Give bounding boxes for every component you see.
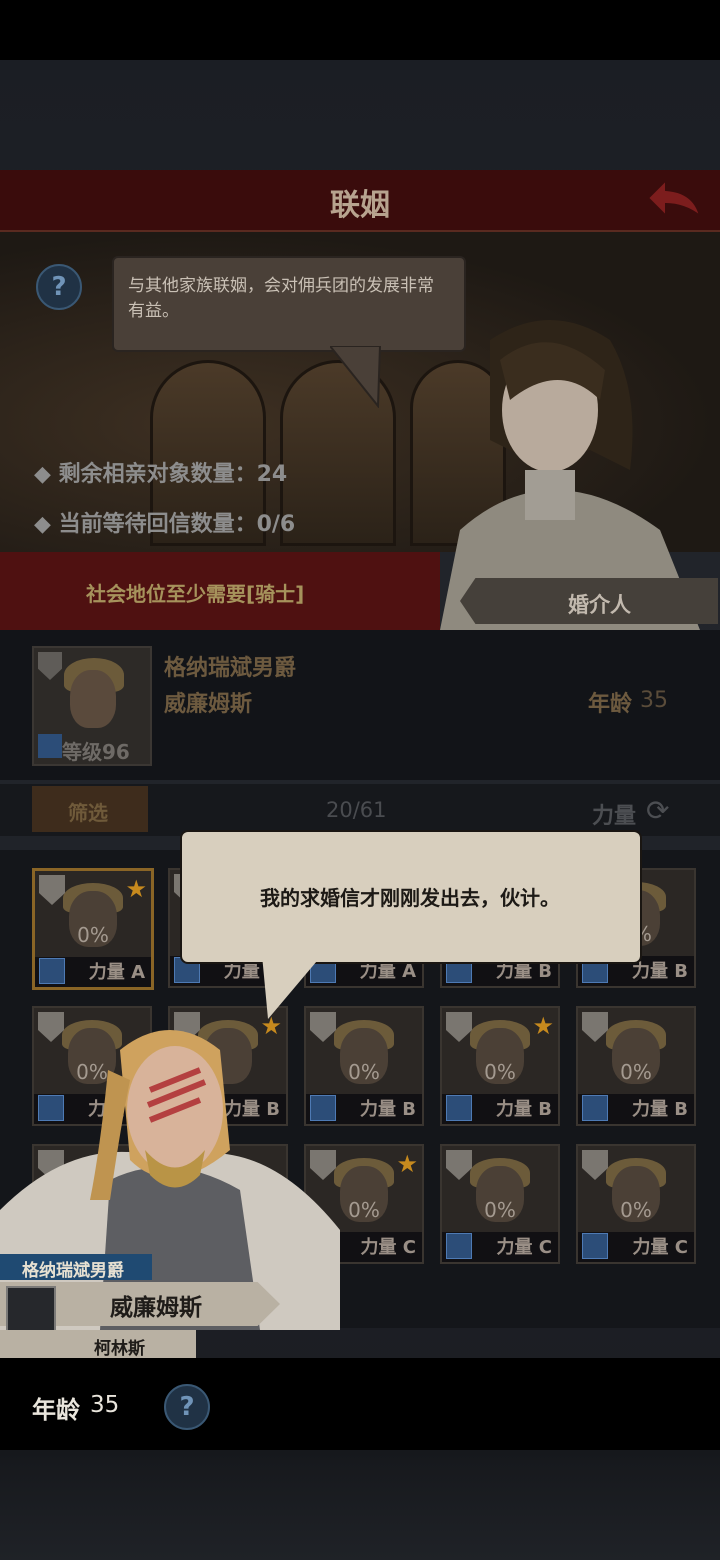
speaker-title: 格纳瑞斌男爵 bbox=[22, 1261, 124, 1281]
candidate-stat: 力量 B bbox=[632, 961, 688, 982]
sword-icon bbox=[446, 1233, 472, 1259]
filter-label: 筛选 bbox=[68, 801, 108, 825]
candidate-stat: 力量 B bbox=[632, 1099, 688, 1120]
sword-icon bbox=[39, 958, 65, 984]
matchmaker-label: 婚介人 bbox=[568, 593, 631, 617]
character-age: 35 bbox=[640, 688, 668, 713]
shield-icon bbox=[582, 1012, 608, 1042]
candidate-stat: 力量 C bbox=[496, 1237, 552, 1258]
shield-icon bbox=[446, 1012, 472, 1042]
shield-icon bbox=[582, 1150, 608, 1180]
candidate-count: 20/61 bbox=[326, 798, 387, 822]
candidate-percent: 0% bbox=[620, 1060, 652, 1084]
character-age-label: 年龄 bbox=[588, 692, 633, 717]
sword-icon bbox=[582, 1095, 608, 1121]
character-level: 等级96 bbox=[62, 740, 130, 764]
status-area bbox=[0, 0, 720, 60]
back-arrow-icon[interactable] bbox=[644, 176, 704, 220]
help-icon[interactable]: ? bbox=[164, 1384, 210, 1430]
character-name: 威廉姆斯 bbox=[164, 692, 253, 717]
star-icon: ★ bbox=[125, 875, 147, 903]
star-icon: ★ bbox=[396, 1150, 418, 1178]
age-label: 年龄 bbox=[32, 1396, 80, 1424]
candidate-percent: 0% bbox=[620, 1198, 652, 1222]
candidate-stat: 力量 C bbox=[360, 1237, 416, 1258]
candidate-stat: 力量 B bbox=[360, 1099, 416, 1120]
requirement-text: 社会地位至少需要[骑士] bbox=[86, 582, 305, 606]
candidate-percent: 0% bbox=[484, 1198, 516, 1222]
candidate-percent: 0% bbox=[77, 923, 109, 947]
shield-icon bbox=[38, 652, 62, 680]
sword-icon bbox=[446, 1095, 472, 1121]
candidate-stat: 力量 A bbox=[88, 962, 145, 983]
pending-replies: ◆ 当前等待回信数量：0/6 bbox=[34, 512, 296, 537]
candidate-percent: 0% bbox=[484, 1060, 516, 1084]
speaker-subtitle: 柯林斯 bbox=[94, 1339, 145, 1359]
speaker-name: 威廉姆斯 bbox=[110, 1295, 202, 1321]
candidate-card[interactable]: ★ 0% 力量 A bbox=[32, 868, 154, 990]
page-title: 联姻 bbox=[330, 188, 390, 223]
star-icon: ★ bbox=[532, 1012, 554, 1040]
intro-text: 与其他家族联姻，会对佣兵团的发展非常有益。 bbox=[128, 276, 434, 321]
age-value: 35 bbox=[90, 1392, 120, 1418]
sort-label: 力量 bbox=[592, 804, 637, 829]
speech-tail bbox=[330, 346, 382, 408]
candidate-stat: 力量 C bbox=[632, 1237, 688, 1258]
candidate-stat: 力量 B bbox=[496, 1099, 552, 1120]
bottom-background bbox=[0, 1450, 720, 1560]
sword-icon bbox=[38, 734, 62, 758]
candidate-card[interactable]: ★ 0% 力量 B bbox=[440, 1006, 560, 1126]
sword-icon bbox=[582, 1233, 608, 1259]
candidate-card[interactable]: 0% 力量 B bbox=[576, 1006, 696, 1126]
refresh-icon[interactable]: ⟳ bbox=[646, 794, 669, 827]
remaining-candidates: ◆ 剩余相亲对象数量：24 bbox=[34, 462, 288, 487]
shield-icon bbox=[39, 875, 65, 905]
help-icon[interactable]: ? bbox=[36, 264, 82, 310]
dialogue-text: 我的求婚信才刚刚发出去，伙计。 bbox=[260, 886, 560, 910]
shield-icon bbox=[446, 1150, 472, 1180]
candidate-card[interactable]: 0% 力量 C bbox=[576, 1144, 696, 1264]
character-title: 格纳瑞斌男爵 bbox=[164, 656, 297, 681]
candidate-card[interactable]: 0% 力量 C bbox=[440, 1144, 560, 1264]
